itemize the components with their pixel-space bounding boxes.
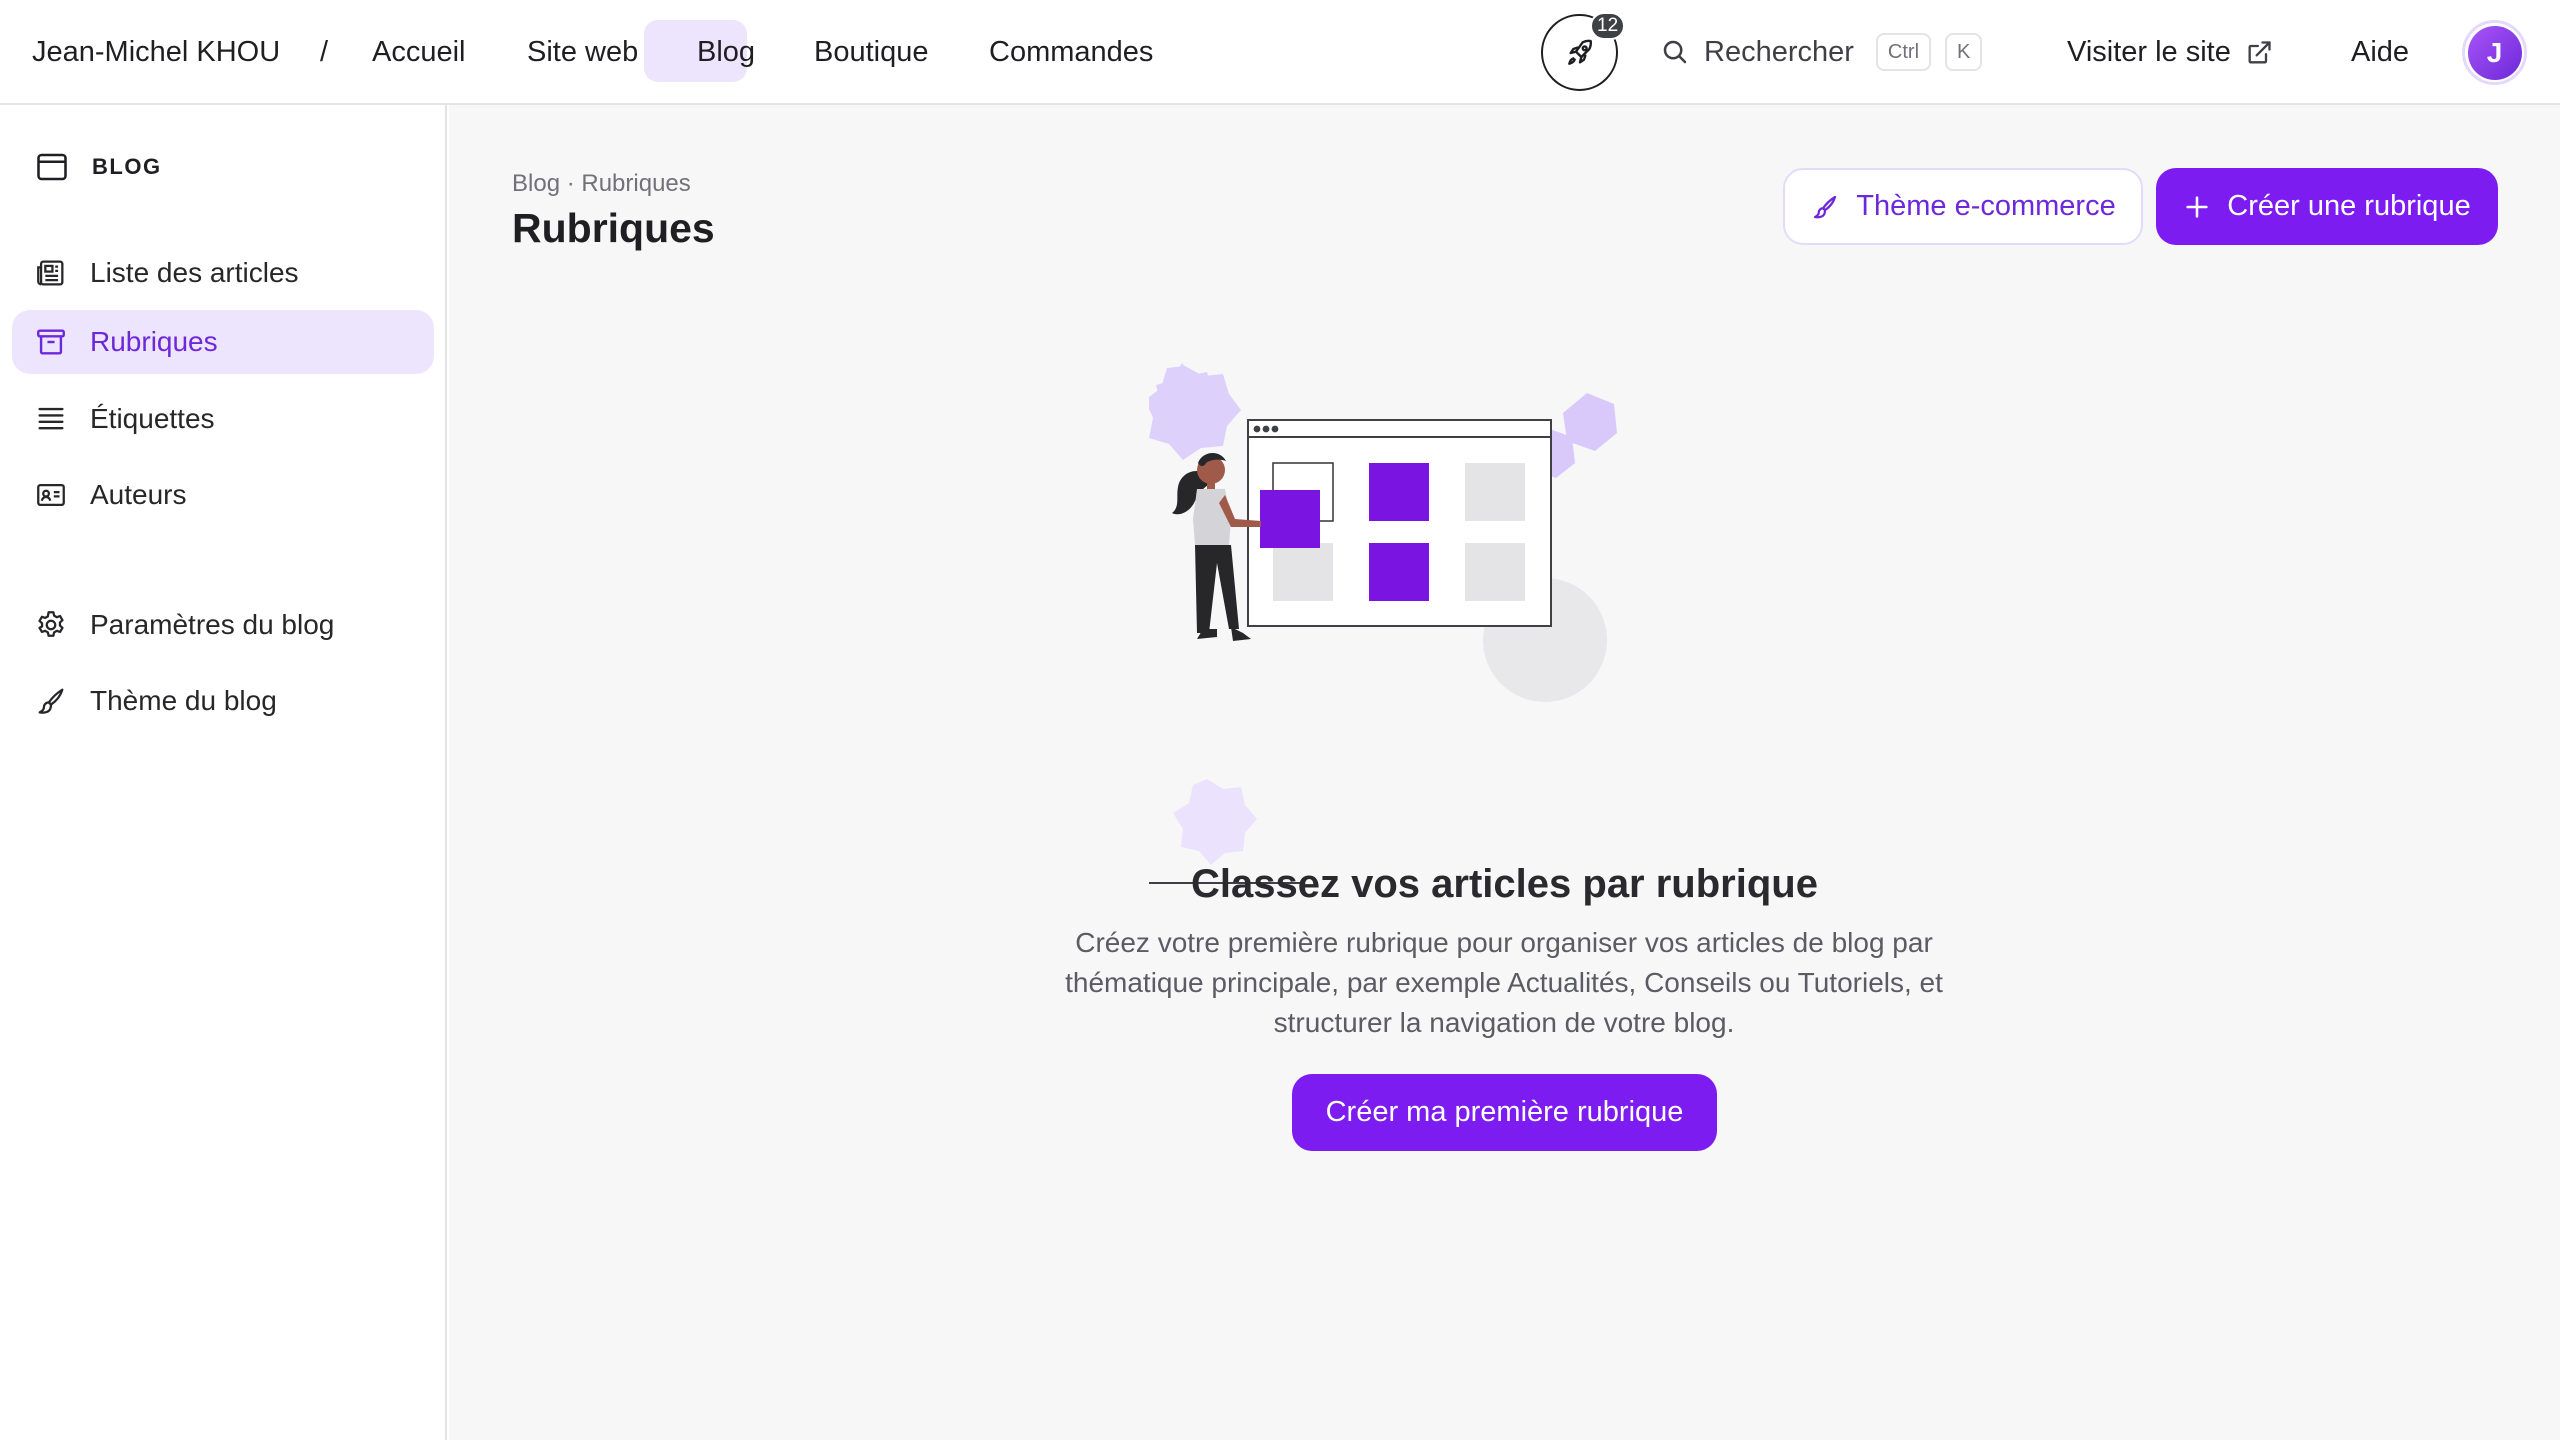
page-title: Rubriques <box>512 205 715 251</box>
shortcut-key-ctrl: Ctrl <box>1875 33 1932 71</box>
create-first-rubrique-button[interactable]: Créer ma première rubrique <box>1292 1074 1717 1151</box>
sidebar: BLOG Liste des articles Rubriques Étique… <box>0 105 447 1440</box>
shortcut-key-k: K <box>1945 33 1983 71</box>
search-label: Rechercher <box>1704 35 1854 68</box>
empty-state-title: Classez vos articles par rubrique <box>1191 862 1818 906</box>
rocket-icon <box>1567 39 1592 65</box>
sidebar-item-label: Thème du blog <box>90 685 277 716</box>
search-trigger[interactable]: Rechercher Ctrl K <box>1660 24 1983 80</box>
paintbrush-icon <box>38 688 64 714</box>
nav-shop[interactable]: Boutique <box>814 0 929 105</box>
sidebar-item-rubriques[interactable]: Rubriques <box>12 310 434 374</box>
sidebar-item-blog-settings[interactable]: Paramètres du blog <box>12 593 434 657</box>
sidebar-item-label: Rubriques <box>90 326 218 357</box>
notification-badge: 12 <box>1590 12 1626 40</box>
sidebar-item-blog-theme[interactable]: Thème du blog <box>12 669 434 733</box>
breadcrumb: Blog · Rubriques <box>512 170 691 197</box>
id-card-icon <box>37 483 65 507</box>
empty-state-description: Créez votre première rubrique pour organ… <box>1065 927 1943 1038</box>
create-rubrique-button[interactable]: Créer une rubrique <box>2156 168 2498 245</box>
nav-home[interactable]: Accueil <box>372 0 466 105</box>
top-bar: Jean-Michel KHOU / Accueil Site web Blog… <box>0 0 2560 105</box>
paintbrush-icon <box>1814 195 1837 218</box>
theme-button[interactable]: Thème e-commerce <box>1783 168 2143 245</box>
create-button-label: Créer une rubrique <box>2227 190 2471 222</box>
visit-site-link[interactable]: Visiter le site <box>2067 0 2273 105</box>
sidebar-item-label: Liste des articles <box>90 257 299 288</box>
visit-site-label: Visiter le site <box>2067 36 2231 68</box>
search-icon <box>1663 40 1687 64</box>
illustration-scene <box>1149 363 1607 884</box>
plus-icon <box>2186 195 2208 218</box>
sidebar-item-label: Auteurs <box>90 479 187 510</box>
sidebar-section-title: BLOG <box>92 154 162 179</box>
sidebar-item-articles[interactable]: Liste des articles <box>12 241 434 305</box>
sidebar-item-label: Paramètres du blog <box>90 609 335 640</box>
account-name[interactable]: Jean-Michel KHOU <box>32 0 280 105</box>
newspaper-icon <box>37 260 64 286</box>
sidebar-section-header: BLOG <box>34 149 162 185</box>
theme-button-label: Thème e-commerce <box>1856 190 2116 222</box>
nav-website[interactable]: Site web <box>527 0 638 105</box>
nav-orders[interactable]: Commandes <box>989 0 1153 105</box>
browser-window-icon <box>37 153 67 181</box>
sidebar-item-auteurs[interactable]: Auteurs <box>12 463 434 527</box>
nav-blog[interactable]: Blog <box>697 0 755 105</box>
help-link[interactable]: Aide <box>2351 0 2409 105</box>
avatar: J <box>2467 25 2522 80</box>
list-lines-icon <box>38 407 64 430</box>
sidebar-item-etiquettes[interactable]: Étiquettes <box>12 387 434 451</box>
main-content: Blog · Rubriques Rubriques Thème e-comme… <box>449 105 2560 1440</box>
gear-icon <box>38 611 64 637</box>
breadcrumb-separator: / <box>320 36 329 68</box>
archive-box-icon <box>37 329 65 355</box>
avatar-button[interactable]: J <box>2462 20 2527 85</box>
external-link-icon <box>2248 40 2271 63</box>
sidebar-item-label: Étiquettes <box>90 403 215 434</box>
